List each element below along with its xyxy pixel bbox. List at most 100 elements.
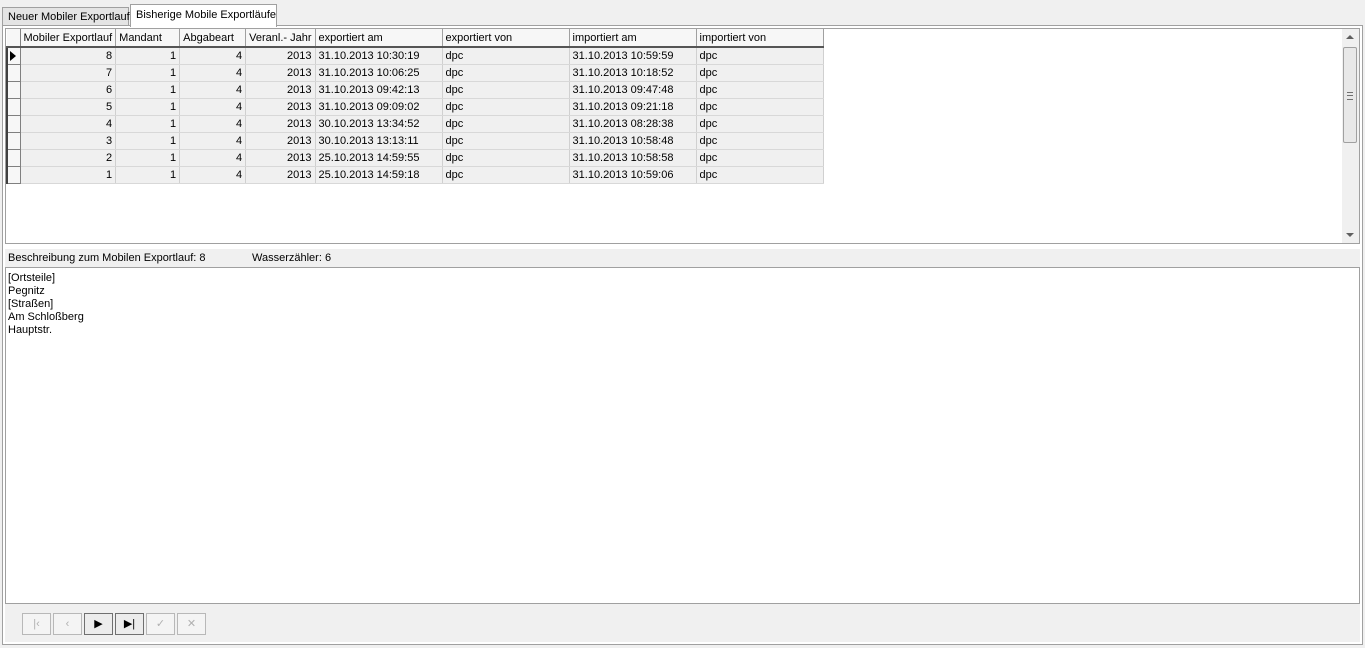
table-cell[interactable]: 30.10.2013 13:13:11 xyxy=(315,132,443,150)
cancel-record-button[interactable]: ✕ xyxy=(177,613,206,635)
table-cell[interactable]: dpc xyxy=(442,149,570,167)
table-cell[interactable]: dpc xyxy=(442,47,570,65)
table-cell[interactable]: dpc xyxy=(442,115,570,133)
table-cell[interactable]: 25.10.2013 14:59:18 xyxy=(315,166,443,184)
row-indicator[interactable] xyxy=(6,132,21,150)
table-row[interactable]: 5 1 4 2013 31.10.2013 09:09:02 dpc 31.10.2013 … xyxy=(6,98,824,116)
table-cell[interactable]: 6 xyxy=(20,81,117,99)
table-cell[interactable]: 31.10.2013 10:30:19 xyxy=(315,47,443,65)
table-cell[interactable]: 4 xyxy=(20,115,117,133)
table-cell[interactable]: 1 xyxy=(115,98,181,116)
column-header-exportiert-am[interactable]: exportiert am xyxy=(315,29,443,48)
table-cell[interactable]: 2013 xyxy=(245,81,316,99)
table-cell[interactable]: 2 xyxy=(20,149,117,167)
row-indicator[interactable] xyxy=(6,47,21,65)
table-cell[interactable]: 31.10.2013 08:28:38 xyxy=(569,115,697,133)
table-cell[interactable]: 1 xyxy=(115,64,181,82)
scroll-thumb[interactable] xyxy=(1343,47,1357,143)
table-cell[interactable]: 4 xyxy=(179,149,247,167)
table-cell[interactable]: 25.10.2013 14:59:55 xyxy=(315,149,443,167)
table-cell[interactable]: 2013 xyxy=(245,132,316,150)
table-cell[interactable]: dpc xyxy=(442,64,570,82)
table-cell[interactable]: 31.10.2013 10:58:58 xyxy=(569,149,697,167)
column-header-abgabeart[interactable]: Abgabeart xyxy=(179,29,247,48)
post-record-button[interactable]: ✓ xyxy=(146,613,175,635)
table-cell[interactable]: 7 xyxy=(20,64,117,82)
description-textbox[interactable]: [Ortsteile] Pegnitz [Straßen] Am Schloßb… xyxy=(5,267,1360,604)
table-cell[interactable]: 4 xyxy=(179,166,247,184)
row-indicator[interactable] xyxy=(6,115,21,133)
table-cell[interactable]: 4 xyxy=(179,98,247,116)
table-cell[interactable]: dpc xyxy=(442,166,570,184)
table-cell[interactable]: 2013 xyxy=(245,47,316,65)
table-cell[interactable]: 8 xyxy=(20,47,117,65)
table-cell[interactable]: 1 xyxy=(115,115,181,133)
table-cell[interactable]: 1 xyxy=(115,81,181,99)
column-header-exportiert-von[interactable]: exportiert von xyxy=(442,29,570,48)
row-indicator[interactable] xyxy=(6,81,21,99)
table-cell[interactable]: 2013 xyxy=(245,98,316,116)
table-cell[interactable]: 31.10.2013 09:42:13 xyxy=(315,81,443,99)
last-record-button[interactable]: ▶| xyxy=(115,613,144,635)
column-header-mobiler-exportlauf[interactable]: Mobiler Exportlauf xyxy=(20,29,117,48)
scroll-down-icon[interactable] xyxy=(1346,233,1354,237)
next-record-button[interactable]: ▶ xyxy=(84,613,113,635)
row-indicator[interactable] xyxy=(6,166,21,184)
export-runs-grid[interactable]: Mobiler Exportlauf Mandant Abgabeart Ver… xyxy=(5,28,1360,244)
table-cell[interactable]: 31.10.2013 09:47:48 xyxy=(569,81,697,99)
table-cell[interactable]: 3 xyxy=(20,132,117,150)
table-cell[interactable]: 31.10.2013 10:58:48 xyxy=(569,132,697,150)
table-cell[interactable]: 1 xyxy=(115,132,181,150)
scroll-up-icon[interactable] xyxy=(1346,35,1354,39)
row-indicator[interactable] xyxy=(6,98,21,116)
column-header-veranl-jahr[interactable]: Veranl.- Jahr xyxy=(245,29,316,48)
table-cell[interactable]: 4 xyxy=(179,81,247,99)
table-cell[interactable]: 1 xyxy=(20,166,117,184)
table-cell[interactable]: 2013 xyxy=(245,115,316,133)
row-indicator[interactable] xyxy=(6,64,21,82)
table-cell[interactable]: 4 xyxy=(179,47,247,65)
tab-bisherige-mobile-exportlaeufe[interactable]: Bisherige Mobile Exportläufe xyxy=(130,4,277,27)
table-cell[interactable]: dpc xyxy=(696,166,824,184)
table-row[interactable]: 4 1 4 2013 30.10.2013 13:34:52 dpc 31.10.2013 … xyxy=(6,115,824,133)
column-header-importiert-am[interactable]: importiert am xyxy=(569,29,697,48)
table-cell[interactable]: dpc xyxy=(696,149,824,167)
table-cell[interactable]: 31.10.2013 10:18:52 xyxy=(569,64,697,82)
table-cell[interactable]: 5 xyxy=(20,98,117,116)
table-row[interactable]: 6 1 4 2013 31.10.2013 09:42:13 dpc 31.10.2013 … xyxy=(6,81,824,99)
table-cell[interactable]: dpc xyxy=(442,81,570,99)
table-row[interactable]: 7 1 4 2013 31.10.2013 10:06:25 dpc 31.10.2013 … xyxy=(6,64,824,82)
table-cell[interactable]: 31.10.2013 10:06:25 xyxy=(315,64,443,82)
table-cell[interactable]: 4 xyxy=(179,115,247,133)
table-cell[interactable]: 1 xyxy=(115,47,181,65)
first-record-button[interactable]: |‹ xyxy=(22,613,51,635)
table-cell[interactable]: dpc xyxy=(696,47,824,65)
table-row[interactable]: 1 1 4 2013 25.10.2013 14:59:18 dpc 31.10.2013 … xyxy=(6,166,824,184)
table-cell[interactable]: 2013 xyxy=(245,149,316,167)
table-cell[interactable]: 2013 xyxy=(245,166,316,184)
table-cell[interactable]: 31.10.2013 09:09:02 xyxy=(315,98,443,116)
table-cell[interactable]: dpc xyxy=(696,115,824,133)
table-cell[interactable]: dpc xyxy=(696,132,824,150)
table-cell[interactable]: dpc xyxy=(696,81,824,99)
table-cell[interactable]: 2013 xyxy=(245,64,316,82)
table-cell[interactable]: 4 xyxy=(179,64,247,82)
table-row[interactable]: 3 1 4 2013 30.10.2013 13:13:11 dpc 31.10.2013 … xyxy=(6,132,824,150)
tab-neuer-mobiler-exportlauf[interactable]: Neuer Mobiler Exportlauf xyxy=(2,7,130,26)
table-cell[interactable]: dpc xyxy=(696,98,824,116)
column-header-mandant[interactable]: Mandant xyxy=(115,29,181,48)
table-cell[interactable]: 1 xyxy=(115,149,181,167)
table-row[interactable]: 2 1 4 2013 25.10.2013 14:59:55 dpc 31.10.2013 … xyxy=(6,149,824,167)
table-cell[interactable]: 4 xyxy=(179,132,247,150)
table-cell[interactable]: 31.10.2013 10:59:06 xyxy=(569,166,697,184)
grid-vertical-scrollbar[interactable] xyxy=(1342,29,1359,243)
column-header-importiert-von[interactable]: importiert von xyxy=(696,29,824,48)
table-cell[interactable]: dpc xyxy=(442,98,570,116)
table-cell[interactable]: dpc xyxy=(696,64,824,82)
prior-record-button[interactable]: ‹ xyxy=(53,613,82,635)
table-cell[interactable]: 31.10.2013 10:59:59 xyxy=(569,47,697,65)
table-row[interactable]: 8 1 4 2013 31.10.2013 10:30:19 dpc 31.10.2013 … xyxy=(6,47,824,65)
table-cell[interactable]: dpc xyxy=(442,132,570,150)
row-indicator[interactable] xyxy=(6,149,21,167)
table-cell[interactable]: 30.10.2013 13:34:52 xyxy=(315,115,443,133)
